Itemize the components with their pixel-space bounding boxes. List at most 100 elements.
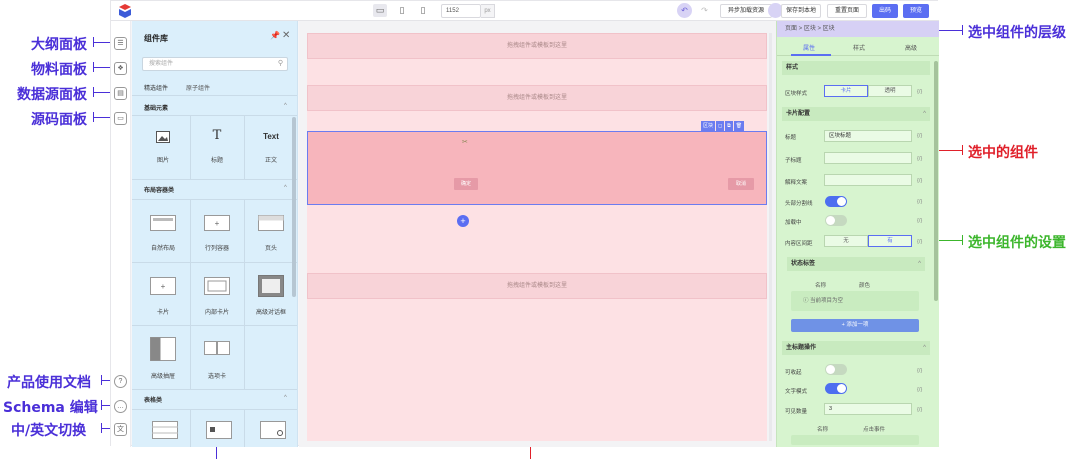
language-switch-icon[interactable]: 文 [114, 423, 127, 436]
component-row-column[interactable]: + 行列容器 [190, 215, 244, 252]
copy-icon[interactable]: ⧉ [725, 121, 733, 131]
variable-binding-icon[interactable]: {/} [917, 199, 922, 205]
divider [132, 95, 297, 96]
tab-atomic[interactable]: 原子组件 [186, 83, 210, 92]
add-component-button[interactable]: + [457, 215, 469, 227]
block-style-transparent-option[interactable]: 透明 [868, 85, 912, 97]
dialog-icon [258, 275, 284, 297]
mobile-view-icon[interactable]: ▯ [416, 4, 430, 17]
table-icon[interactable] [152, 421, 178, 439]
component-paragraph[interactable]: Text 正文 [244, 131, 297, 164]
library-scrollbar[interactable] [292, 117, 296, 297]
annotation-tick [962, 145, 963, 155]
canvas-page[interactable]: 拖拽组件或模板到这里 拖拽组件或模板到这里 区块 ◻ ⧉ 🗑 ✂ 确定 取消 +… [307, 33, 767, 441]
hide-icon[interactable]: ◻ [716, 121, 725, 131]
collapsible-toggle[interactable] [825, 364, 847, 375]
chevron-up-icon[interactable]: ^ [284, 185, 287, 191]
block-style-card-option[interactable]: 卡片 [824, 85, 868, 97]
schema-edit-icon[interactable]: … [114, 400, 127, 413]
divider [132, 325, 297, 326]
pin-icon[interactable]: 📌 [270, 31, 280, 40]
preview-button[interactable]: 预览 [903, 4, 929, 18]
variable-binding-icon[interactable]: {/} [917, 178, 922, 184]
component-free-layout[interactable]: 自然布局 [136, 215, 190, 252]
section-card-config[interactable]: 卡片配置 ^ [782, 107, 930, 121]
save-local-button[interactable]: 保存到本地 [781, 4, 821, 18]
delete-icon[interactable]: 🗑 [733, 121, 745, 131]
component-advanced-drawer[interactable]: 高级抽屉 [136, 337, 190, 380]
section-main-action[interactable]: 主标题操作 ^ [782, 341, 930, 355]
table-search-icon[interactable] [260, 421, 286, 439]
async-load-button[interactable]: 异步加载资源 [720, 4, 772, 18]
drop-zone[interactable]: 拖拽组件或模板到这里 [307, 85, 767, 111]
close-icon[interactable]: ✕ [282, 30, 290, 41]
card-cancel-button[interactable]: 取消 [728, 178, 754, 190]
undo-icon[interactable]: ↶ [677, 3, 692, 18]
table-filter-icon[interactable] [206, 421, 232, 439]
component-card[interactable]: + 卡片 [136, 277, 190, 316]
variable-binding-icon[interactable]: {/} [917, 89, 922, 95]
sourcecode-panel-icon[interactable]: ▭ [114, 112, 127, 125]
annotation-line [938, 240, 963, 241]
section-status-tag[interactable]: 状态标签 ^ [787, 257, 925, 271]
variable-binding-icon[interactable]: {/} [917, 239, 922, 245]
breadcrumb[interactable]: 页面 > 区块 > 区块 [777, 21, 939, 37]
selection-label[interactable]: 区块 [701, 121, 716, 131]
padding-none-option[interactable]: 无 [824, 235, 868, 247]
design-canvas[interactable]: 拖拽组件或模板到这里 拖拽组件或模板到这里 区块 ◻ ⧉ 🗑 ✂ 确定 取消 +… [299, 21, 776, 447]
card-ok-button[interactable]: 确定 [454, 178, 478, 190]
desktop-view-icon[interactable]: ▭ [373, 4, 387, 17]
datasource-panel-icon[interactable]: ▤ [114, 87, 127, 100]
component-page-header[interactable]: 页头 [244, 215, 297, 252]
explain-input[interactable] [824, 174, 912, 186]
annotation-lang: 中/英文切换 [11, 423, 87, 439]
material-panel-icon[interactable]: ❖ [114, 62, 127, 75]
canvas-scrollbar[interactable] [769, 33, 772, 441]
component-image[interactable]: 图片 [136, 131, 190, 164]
top-toolbar: ▭ ▯ ▯ 1152 px ↶ ↷ 异步加载资源 保存到本地 重置页面 出码 预… [111, 1, 939, 21]
variable-binding-icon[interactable]: {/} [917, 407, 922, 413]
title-input[interactable]: 区块标题 [824, 130, 912, 142]
selected-card-component[interactable]: ✂ 确定 取消 [307, 131, 767, 205]
add-item-button[interactable]: + 添加一项 [791, 319, 919, 332]
divider [132, 409, 297, 410]
subtitle-input[interactable] [824, 152, 912, 164]
annotation-datasource: 数据源面板 [17, 87, 87, 103]
variable-binding-icon[interactable]: {/} [917, 218, 922, 224]
settings-scrollbar[interactable] [934, 61, 938, 301]
component-inner-card[interactable]: 内部卡片 [190, 277, 244, 316]
library-search-input[interactable]: 搜索组件 ⚲ [142, 57, 288, 71]
header-divider-toggle[interactable] [825, 196, 847, 207]
tab-style[interactable]: 样式 [853, 43, 865, 52]
docs-icon[interactable]: ? [114, 375, 127, 388]
variable-binding-icon[interactable]: {/} [917, 133, 922, 139]
canvas-width-input[interactable]: 1152 [441, 4, 481, 18]
library-title: 组件库 [144, 34, 168, 43]
section-style[interactable]: 样式 [782, 61, 930, 75]
reset-page-button[interactable]: 重置页面 [827, 4, 867, 18]
loading-toggle[interactable] [825, 215, 847, 226]
variable-binding-icon[interactable]: {/} [917, 368, 922, 374]
chevron-up-icon[interactable]: ^ [284, 395, 287, 401]
component-title[interactable]: T 标题 [190, 129, 244, 165]
component-advanced-dialog[interactable]: 高级对话框 [244, 275, 297, 316]
drop-zone[interactable]: 拖拽组件或模板到这里 [307, 33, 767, 59]
column-header: 点击事件 [863, 427, 886, 433]
component-tabs[interactable]: 选项卡 [190, 341, 244, 380]
text-mode-toggle[interactable] [825, 383, 847, 394]
outline-panel-icon[interactable]: ☰ [114, 37, 127, 50]
tab-props[interactable]: 属性 [803, 43, 815, 52]
chevron-up-icon[interactable]: ^ [284, 103, 287, 109]
padding-has-option[interactable]: 有 [868, 235, 912, 247]
section-title: 样式 [786, 65, 799, 71]
variable-binding-icon[interactable]: {/} [917, 387, 922, 393]
field-label: 子标题 [785, 158, 802, 164]
visible-count-input[interactable]: 3 [824, 403, 912, 415]
section-layout-title: 布局容器类 [144, 188, 175, 194]
redo-icon[interactable]: ↷ [697, 3, 712, 18]
export-code-button[interactable]: 出码 [872, 4, 898, 18]
variable-binding-icon[interactable]: {/} [917, 156, 922, 162]
tablet-view-icon[interactable]: ▯ [395, 4, 409, 17]
tab-advanced[interactable]: 高级 [905, 43, 917, 52]
drop-zone[interactable]: 拖拽组件或模板到这里 [307, 273, 767, 299]
